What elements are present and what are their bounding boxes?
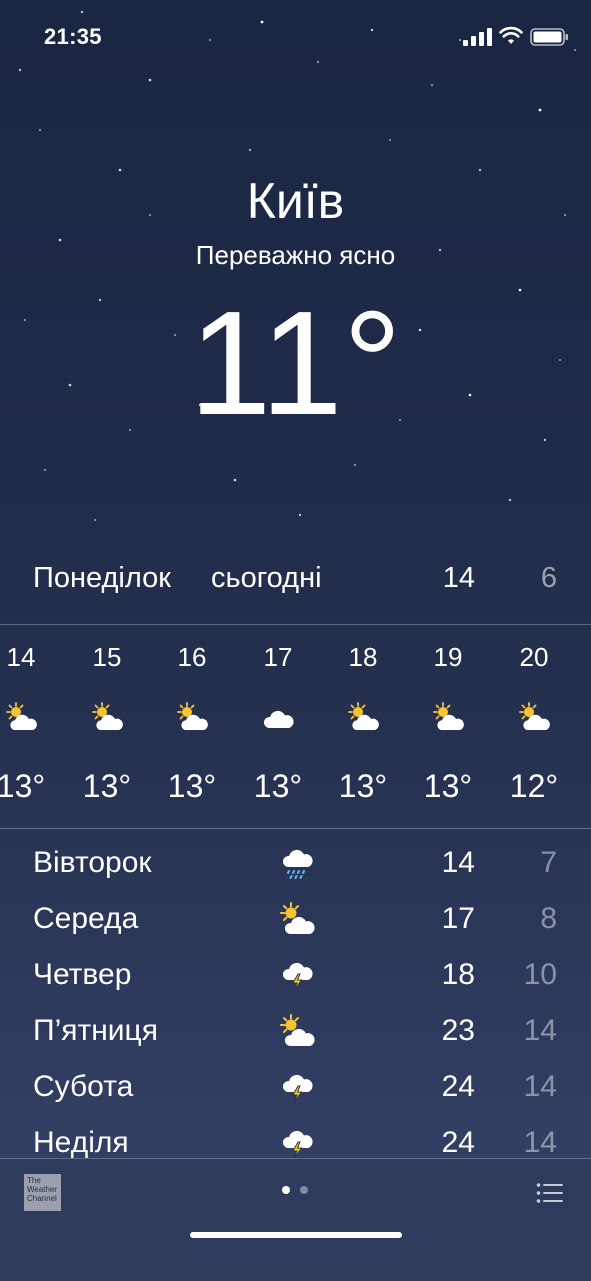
daily-day-name: Вівторок <box>33 846 152 879</box>
hourly-hour: 16 <box>177 642 207 672</box>
hourly-hour: 19 <box>433 642 463 672</box>
cellular-signal-icon <box>463 28 492 46</box>
partly-cloudy-icon <box>177 702 209 731</box>
daily-low: 8 <box>540 902 557 935</box>
daily-high: 14 <box>441 846 475 879</box>
home-indicator[interactable] <box>190 1232 402 1238</box>
page-indicator[interactable] <box>282 1186 312 1196</box>
daily-high: 24 <box>441 1070 475 1103</box>
hourly-item: 14 13° <box>0 626 64 828</box>
wifi-icon <box>499 26 523 44</box>
daily-row: П’ятниця 23 14 <box>0 1006 591 1062</box>
daily-low: 10 <box>523 958 557 991</box>
today-high: 14 <box>442 562 475 594</box>
daily-high: 17 <box>441 902 475 935</box>
daily-high: 18 <box>441 958 475 991</box>
hourly-item: 15 13° <box>64 626 150 828</box>
daily-low: 14 <box>523 1070 557 1103</box>
partly-cloudy-icon <box>348 702 380 731</box>
hourly-hour: 17 <box>263 642 293 672</box>
hourly-hour: 15 <box>92 642 122 672</box>
thunderstorm-icon <box>282 962 314 991</box>
today-low: 6 <box>540 562 557 594</box>
daily-day-name: Середа <box>33 902 139 935</box>
divider <box>0 828 591 829</box>
city-list-icon[interactable] <box>536 1181 564 1205</box>
partly-cloudy-icon <box>92 702 124 731</box>
hourly-temp: 13° <box>253 768 303 804</box>
thunderstorm-icon <box>282 1130 314 1159</box>
hourly-hour: 20 <box>519 642 549 672</box>
daily-day-name: Неділя <box>33 1126 129 1159</box>
partly-cloudy-icon <box>519 702 551 731</box>
hourly-item: 18 13° <box>320 626 406 828</box>
current-temperature: 11° <box>189 281 402 446</box>
hourly-hour: 18 <box>348 642 378 672</box>
hourly-temp: 13° <box>423 768 473 804</box>
daily-row: Субота 24 14 <box>0 1062 591 1118</box>
daily-row: Четвер 18 10 <box>0 950 591 1006</box>
hourly-forecast-strip[interactable]: 14 13° 15 13° 16 13° 17 13° 18 13° 19 13… <box>0 626 591 828</box>
bottom-toolbar: The Weather Channel <box>0 1158 591 1281</box>
status-time: 21:35 <box>44 24 102 49</box>
today-summary-row: Понеділок сьогодні 14 6 <box>0 562 591 604</box>
hourly-temp: 13° <box>0 768 46 804</box>
city-name: Київ <box>246 173 345 229</box>
thunderstorm-icon <box>282 1074 314 1103</box>
cloud-icon <box>263 710 294 728</box>
page-dot <box>300 1186 308 1194</box>
daily-low: 14 <box>523 1126 557 1159</box>
hourly-item: 16 13° <box>149 626 235 828</box>
today-label: сьогодні <box>211 562 322 594</box>
daily-high: 24 <box>441 1126 475 1159</box>
divider <box>0 624 591 625</box>
daily-low: 7 <box>540 846 557 879</box>
battery-icon <box>530 28 568 46</box>
hourly-hour: 14 <box>6 642 36 672</box>
hourly-temp: 12° <box>509 768 559 804</box>
weather-condition: Переважно ясно <box>195 240 396 270</box>
page-dot-active <box>282 1186 290 1194</box>
hourly-temp: 13° <box>167 768 217 804</box>
partly-cloudy-icon <box>280 902 316 935</box>
daily-day-name: Субота <box>33 1070 134 1103</box>
hourly-item: 19 13° <box>405 626 491 828</box>
hourly-item: 20 12° <box>491 626 577 828</box>
today-day-name: Понеділок <box>33 562 171 594</box>
daily-high: 23 <box>441 1014 475 1047</box>
hourly-temp: 13° <box>338 768 388 804</box>
rain-icon <box>281 848 314 879</box>
daily-day-name: Четвер <box>33 958 132 991</box>
partly-cloudy-icon <box>6 702 38 731</box>
weather-channel-logo[interactable]: The Weather Channel <box>24 1174 61 1211</box>
hourly-item: 17 13° <box>235 626 321 828</box>
hourly-temp: 13° <box>82 768 132 804</box>
daily-row: Середа 17 8 <box>0 894 591 950</box>
daily-row: Вівторок 14 7 <box>0 838 591 894</box>
partly-cloudy-icon <box>280 1014 316 1047</box>
daily-day-name: П’ятниця <box>33 1014 158 1047</box>
night-sky-stars <box>18 10 576 521</box>
partly-cloudy-icon <box>433 702 465 731</box>
status-bar: 21:35 <box>0 0 591 70</box>
daily-low: 14 <box>523 1014 557 1047</box>
